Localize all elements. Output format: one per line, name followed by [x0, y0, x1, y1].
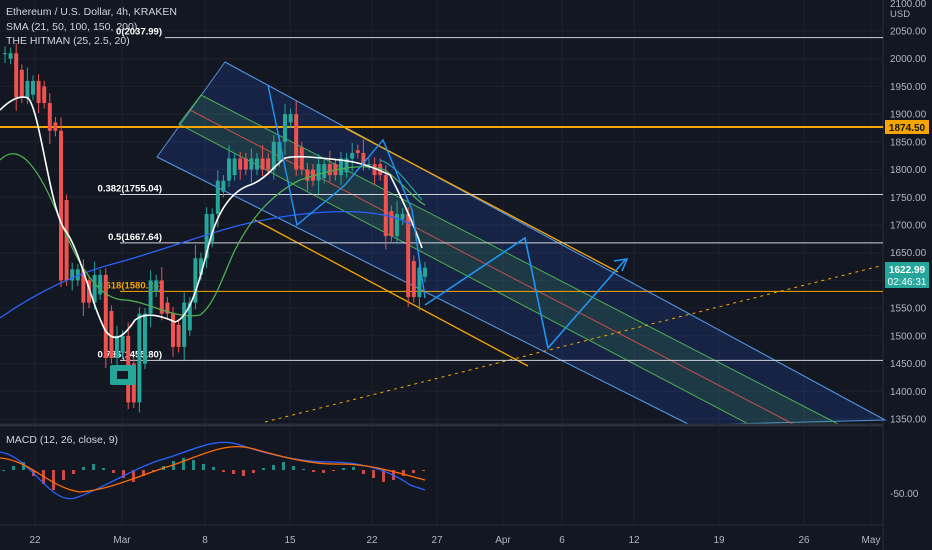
macd-histogram-bar	[12, 466, 15, 470]
time-tick-label: Mar	[113, 535, 131, 546]
key-level-value: 1874.50	[889, 123, 926, 134]
macd-histogram-bar	[202, 464, 205, 470]
macd-histogram-bar	[412, 470, 415, 473]
macd-histogram-bar	[82, 467, 85, 470]
macd-histogram-bar	[342, 468, 345, 470]
time-tick-label: 22	[366, 535, 378, 546]
macd-histogram-bar	[262, 468, 265, 470]
macd-histogram-bar	[72, 470, 75, 474]
macd-histogram-bar	[232, 470, 235, 474]
macd-histogram-bar	[312, 470, 315, 472]
macd-histogram-bar	[102, 468, 105, 470]
macd-tick-label: -50.00	[890, 489, 919, 500]
price-tick-label: 1650.00	[890, 248, 927, 259]
time-tick-label: 22	[29, 535, 41, 546]
macd-histogram-bar	[372, 470, 375, 478]
time-tick-label: 12	[628, 535, 640, 546]
macd-histogram-bar	[92, 464, 95, 470]
hitman-legend: THE HITMAN (25, 2.5, 20)	[6, 35, 130, 47]
buy-signal-marker	[110, 365, 136, 385]
price-tick-label: 1800.00	[890, 165, 927, 176]
time-tick-label: 6	[559, 535, 565, 546]
macd-histogram-bar	[52, 470, 55, 490]
price-tick-label: 1850.00	[890, 137, 927, 148]
price-tick-label: 1550.00	[890, 304, 927, 315]
macd-histogram-bar	[222, 470, 225, 472]
macd-histogram-bar	[212, 467, 215, 470]
price-tick-label: 1700.00	[890, 221, 927, 232]
price-tick-label: 1750.00	[890, 193, 927, 204]
price-tick-label: 2050.00	[890, 27, 927, 38]
time-tick-label: May	[862, 535, 881, 546]
macd-histogram-bar	[332, 470, 335, 471]
price-tick-label: 1950.00	[890, 82, 927, 93]
time-tick-label: 19	[713, 535, 725, 546]
macd-histogram-bar	[362, 470, 365, 474]
macd-histogram-bar	[302, 469, 305, 470]
macd-histogram-bar	[282, 462, 285, 470]
price-tick-label: 1900.00	[890, 110, 927, 121]
last-price-value: 1622.99	[889, 265, 926, 276]
last-price-badge: 1622.99 02:46:31	[885, 262, 929, 288]
time-tick-label: 8	[202, 535, 208, 546]
macd-histogram-bar	[252, 470, 255, 473]
macd-histogram-bar	[112, 470, 115, 473]
sma-legend: SMA (21, 50, 100, 150, 200)	[6, 21, 138, 33]
macd-legend: MACD (12, 26, close, 9)	[6, 434, 119, 446]
macd-histogram-bar	[182, 458, 185, 470]
key-level-badge: 1874.50	[885, 120, 929, 134]
price-tick-label: 1500.00	[890, 331, 927, 342]
macd-histogram-bar	[422, 470, 425, 471]
price-chart[interactable]: 0(2037.99)0.382(1755.04)0.5(1667.64)0.61…	[0, 0, 932, 550]
time-tick-label: 15	[284, 535, 296, 546]
time-tick-label: 26	[798, 535, 810, 546]
macd-histogram-bar	[272, 465, 275, 470]
countdown-value: 02:46:31	[888, 277, 927, 288]
fib-level-label: 0.382(1755.04)	[98, 183, 162, 194]
time-tick-label: Apr	[495, 535, 511, 546]
macd-histogram-bar	[62, 470, 65, 480]
macd-histogram-bar	[192, 460, 195, 470]
price-tick-label: 2000.00	[890, 54, 927, 65]
macd-histogram-bar	[352, 467, 355, 470]
macd-histogram-bar	[322, 470, 325, 473]
macd-histogram-bar	[2, 470, 5, 471]
macd-histogram-bar	[292, 466, 295, 470]
price-tick-label: 1450.00	[890, 359, 927, 370]
time-tick-label: 27	[431, 535, 443, 546]
price-tick-label: 1350.00	[890, 415, 927, 426]
symbol-legend: Ethereum / U.S. Dollar, 4h, KRAKEN	[6, 6, 177, 18]
price-tick-label: 1400.00	[890, 387, 927, 398]
macd-histogram-bar	[242, 470, 245, 476]
fib-level-label: 0.5(1667.64)	[108, 232, 162, 243]
currency-label: USD	[890, 9, 911, 20]
